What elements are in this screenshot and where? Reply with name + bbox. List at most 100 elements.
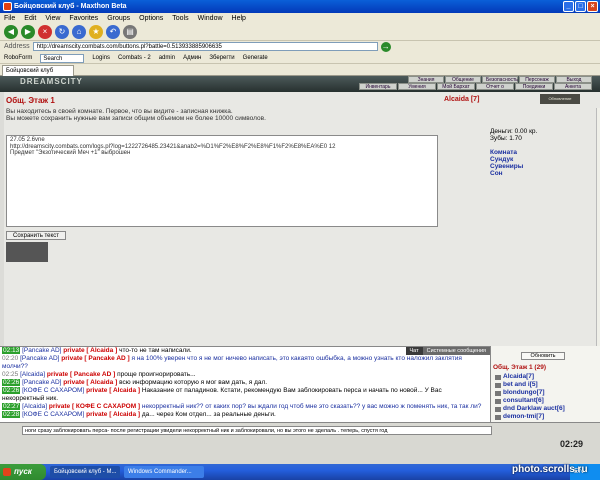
title-bar: Бойцовский клуб - Maxthon Beta _ □ ×: [0, 0, 600, 13]
msg-time: 02:13: [2, 347, 21, 354]
msg-time: 02:25: [2, 371, 19, 378]
game-nav-bottom: Инвентарь Умения Мой Бархат Отчет о пере…: [359, 83, 592, 97]
tab-bar: Бойцовский клуб: [0, 64, 600, 76]
room-info: Вы находитесь в своей комнате. Первое, ч…: [6, 108, 266, 122]
teeth-text: Зубы: 1.70: [490, 135, 522, 142]
nav-inventory[interactable]: Инвентарь: [359, 83, 397, 90]
admin-link[interactable]: admin: [159, 55, 175, 61]
address-label: Address: [4, 43, 30, 50]
nav-communication[interactable]: Общение: [445, 76, 481, 83]
menu-window[interactable]: Window: [198, 15, 223, 22]
chat-input[interactable]: ноги сразу заблокировать перса- после ре…: [22, 426, 492, 435]
msg-private[interactable]: private [ Pancake AD ]: [47, 371, 115, 378]
start-button[interactable]: пуск: [0, 464, 46, 480]
msg-text: всю информацию которую я мог вам дать, я…: [119, 379, 268, 386]
home-icon[interactable]: ⌂: [72, 24, 86, 39]
menu-file[interactable]: File: [4, 15, 15, 22]
layout-icon[interactable]: ▤: [123, 24, 137, 39]
minimap-refresh[interactable]: Обновление: [548, 96, 571, 101]
stop-icon[interactable]: ×: [38, 24, 52, 39]
nav-security[interactable]: Безопасность: [482, 76, 518, 83]
user-list-item[interactable]: bet and i[5]: [495, 381, 565, 389]
msg-author[interactable]: [Pancake AD]: [22, 379, 61, 386]
nav-velvet[interactable]: Мой Бархат: [437, 83, 475, 90]
page-scrollbar[interactable]: [596, 108, 600, 362]
menu-view[interactable]: View: [45, 15, 60, 22]
tab-chat[interactable]: Чат: [405, 347, 423, 355]
msg-private[interactable]: private [ Pancake AD ]: [61, 355, 129, 362]
sleep-link[interactable]: Сон: [490, 170, 537, 177]
toolbar: ◀ ▶ × ↻ ⌂ ★ ↶ ▤: [0, 23, 600, 41]
menu-bar: File Edit View Favorites Groups Options …: [0, 13, 600, 23]
menu-tools[interactable]: Tools: [172, 15, 188, 22]
user-name[interactable]: Alcaida [7]: [444, 96, 479, 103]
task-browser[interactable]: Бойцовский клуб - M...: [50, 466, 120, 478]
msg-time: 02:26: [2, 379, 21, 386]
tab-combats[interactable]: Бойцовский клуб: [2, 65, 74, 76]
generate-link[interactable]: Generate: [243, 55, 268, 61]
admin2-link[interactable]: Админ: [183, 55, 201, 61]
msg-author[interactable]: [Pancake AD]: [22, 347, 61, 354]
msg-private[interactable]: private [ Alcaida ]: [86, 387, 140, 394]
nav-character[interactable]: Персонаж: [519, 76, 555, 83]
save-link[interactable]: Зберегти: [209, 55, 234, 61]
user-list-item[interactable]: blondungo[7]: [495, 389, 565, 397]
msg-private[interactable]: private [ Alcaida ]: [63, 347, 117, 354]
user-list-item[interactable]: demon-tmi[7]: [495, 413, 565, 421]
notebook-textarea[interactable]: 27.05 2.6vne http://dreamscity.combats.c…: [6, 135, 438, 227]
room-link[interactable]: Комната: [490, 149, 537, 156]
msg-author[interactable]: [КОФЕ С САХАРОМ]: [22, 411, 84, 418]
nav-transfers[interactable]: Отчет о переводах: [476, 83, 514, 97]
chat-tabs: Чат Системные сообщения: [405, 347, 490, 355]
chat-messages: 02:13 [Pancake AD] private [ Alcaida ] ч…: [2, 347, 484, 419]
menu-help[interactable]: Help: [232, 15, 246, 22]
user-list-item[interactable]: consultant[6]: [495, 397, 565, 405]
user-list-item[interactable]: dnd Darklaw auct[6]: [495, 405, 565, 413]
msg-author[interactable]: [КОФЕ С САХАРОМ]: [22, 387, 84, 394]
roboform-link[interactable]: RoboForm: [4, 55, 32, 61]
nav-profile[interactable]: Анкета: [554, 83, 592, 90]
msg-author[interactable]: [Alcaida]: [20, 371, 45, 378]
undo-icon[interactable]: ↶: [106, 24, 120, 39]
logins-link[interactable]: Logins: [92, 55, 110, 61]
minimize-button[interactable]: _: [563, 1, 574, 12]
tab-system-messages[interactable]: Системные сообщения: [422, 347, 490, 355]
combats-link[interactable]: Combats - 2: [118, 55, 151, 61]
refresh-users-button[interactable]: Обновить: [521, 352, 565, 360]
back-icon[interactable]: ◀: [4, 24, 18, 39]
note-line: Предмет "Экзотический Меч +1" выброшен: [10, 150, 131, 156]
chest-link[interactable]: Сундук: [490, 156, 537, 163]
nav-battles[interactable]: Поединки: [515, 83, 553, 90]
nav-exit[interactable]: Выход: [556, 76, 592, 83]
room-content: Общ. Этаж 1 Alcaida [7] Обновление Вы на…: [4, 92, 600, 362]
menu-groups[interactable]: Groups: [107, 15, 130, 22]
menu-edit[interactable]: Edit: [24, 15, 36, 22]
menu-favorites[interactable]: Favorites: [69, 15, 98, 22]
forward-icon[interactable]: ▶: [21, 24, 35, 39]
user-list-item[interactable]: Alcaida[7]: [495, 373, 565, 381]
task-commander[interactable]: Windows Commander...: [124, 466, 204, 478]
info-line-2: Вы можете сохранить нужные вам записи об…: [6, 115, 266, 122]
souvenirs-link[interactable]: Сувениры: [490, 163, 537, 170]
save-text-button[interactable]: Сохранить текст: [6, 231, 66, 240]
room-sidebar: Деньги: 0.00 кр. Зубы: 1.70 Комната Сунд…: [490, 128, 537, 177]
go-icon[interactable]: →: [380, 41, 391, 52]
maximize-button[interactable]: □: [575, 1, 586, 12]
search-input[interactable]: Search: [40, 53, 85, 63]
msg-author[interactable]: [Alcaida]: [22, 403, 47, 410]
msg-private[interactable]: private [ КОФЕ С САХАРОМ ]: [49, 403, 140, 410]
refresh-icon[interactable]: ↻: [55, 24, 69, 39]
nav-knowledge[interactable]: Знания: [408, 76, 444, 83]
msg-time: 02:26: [2, 387, 21, 394]
msg-private[interactable]: private [ Alcaida ]: [63, 379, 117, 386]
close-button[interactable]: ×: [587, 1, 598, 12]
nav-skills[interactable]: Умения: [398, 83, 436, 90]
info-line-1: Вы находитесь в своей комнате. Первое, ч…: [6, 108, 233, 115]
address-input[interactable]: http://dreamscity.combats.com/buttons.pl…: [32, 42, 378, 51]
menu-options[interactable]: Options: [139, 15, 163, 22]
msg-author[interactable]: [Pancake AD]: [20, 355, 59, 362]
address-row: Address http://dreamscity.combats.com/bu…: [0, 41, 600, 52]
favorites-icon[interactable]: ★: [89, 24, 103, 39]
money-text: Деньги: 0.00 кр.: [490, 128, 538, 135]
msg-private[interactable]: private [ Alcaida ]: [86, 411, 140, 418]
